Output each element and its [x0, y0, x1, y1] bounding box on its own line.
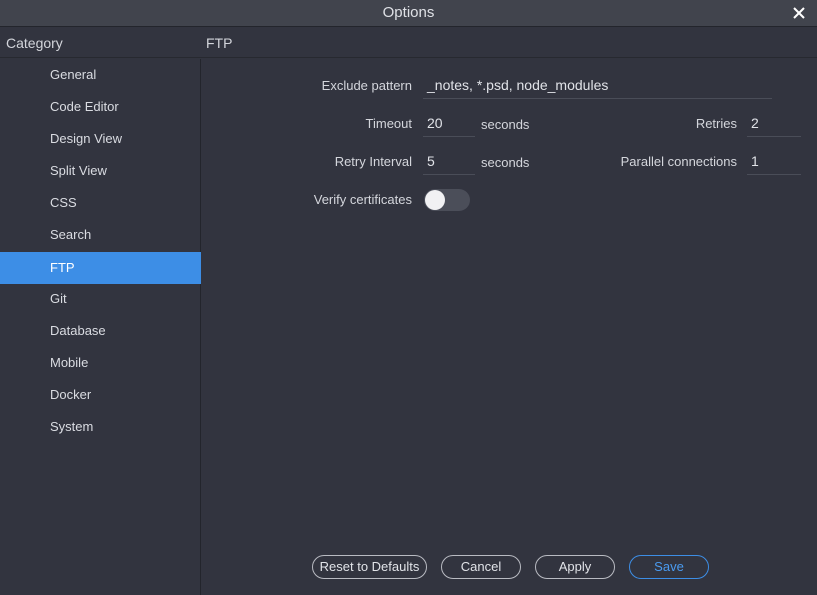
sidebar-item-code-editor[interactable]: Code Editor [0, 91, 201, 123]
reset-to-defaults-button[interactable]: Reset to Defaults [312, 555, 427, 579]
category-header: Category [6, 35, 63, 51]
verify-certificates-label: Verify certificates [313, 192, 412, 207]
toggle-knob [425, 190, 445, 210]
sidebar-item-database[interactable]: Database [0, 315, 201, 347]
timeout-label: Timeout [365, 116, 412, 131]
parallel-connections-label: Parallel connections [620, 154, 737, 169]
close-button[interactable] [789, 3, 809, 23]
retry-interval-input[interactable]: 5 [423, 148, 475, 175]
sidebar-item-ftp[interactable]: FTP [0, 252, 201, 284]
retries-label: Retries [695, 116, 737, 131]
sidebar-item-design-view[interactable]: Design View [0, 123, 201, 155]
header-bar: Category FTP [0, 28, 817, 58]
window-title: Options [382, 4, 435, 21]
apply-button[interactable]: Apply [535, 555, 615, 579]
section-title: FTP [206, 35, 233, 51]
timeout-input[interactable]: 20 [423, 110, 475, 137]
verify-certificates-toggle[interactable] [424, 189, 470, 211]
exclude-pattern-label: Exclude pattern [321, 78, 412, 93]
close-icon [793, 7, 805, 19]
sidebar-item-general[interactable]: General [0, 59, 201, 91]
parallel-connections-input[interactable]: 1 [747, 148, 801, 175]
sidebar-item-system[interactable]: System [0, 411, 201, 443]
category-sidebar: General Code Editor Design View Split Vi… [0, 59, 201, 595]
sidebar-item-git[interactable]: Git [0, 283, 201, 315]
timeout-unit: seconds [481, 117, 530, 132]
settings-panel: Exclude pattern _notes, *.psd, node_modu… [202, 59, 817, 595]
sidebar-item-mobile[interactable]: Mobile [0, 347, 201, 379]
sidebar-item-search[interactable]: Search [0, 219, 201, 251]
retries-input[interactable]: 2 [747, 110, 801, 137]
cancel-button[interactable]: Cancel [441, 555, 521, 579]
title-bar: Options [0, 0, 817, 27]
sidebar-item-docker[interactable]: Docker [0, 379, 201, 411]
save-button[interactable]: Save [629, 555, 709, 579]
sidebar-item-split-view[interactable]: Split View [0, 155, 201, 187]
sidebar-item-css[interactable]: CSS [0, 187, 201, 219]
retry-interval-label: Retry Interval [334, 154, 412, 169]
exclude-pattern-input[interactable]: _notes, *.psd, node_modules [423, 72, 772, 99]
retry-interval-unit: seconds [481, 155, 530, 170]
